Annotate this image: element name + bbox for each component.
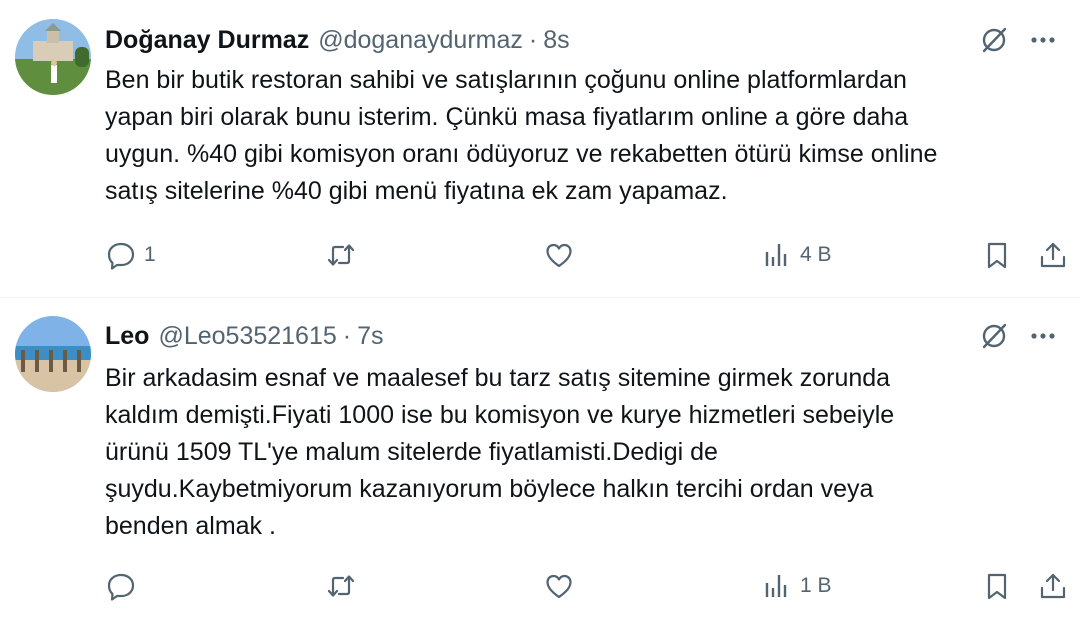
avatar[interactable] [15, 19, 91, 95]
user-handle[interactable]: @doganaydurmaz [318, 26, 523, 55]
share-icon [1040, 573, 1066, 599]
view-count: 4 B [800, 243, 832, 266]
share-icon [1040, 242, 1066, 268]
views-icon [765, 575, 787, 597]
view-count: 1 B [800, 574, 832, 597]
tweet-top-actions [978, 320, 1058, 352]
tweet-header: Leo @Leo53521615 · 7s [105, 318, 384, 354]
display-name[interactable]: Leo [105, 322, 149, 351]
grok-icon[interactable] [978, 24, 1010, 56]
timestamp[interactable]: 7s [357, 322, 383, 351]
tweet-top-actions [978, 24, 1058, 56]
like-button[interactable] [544, 235, 582, 275]
retweet-icon [327, 244, 355, 266]
heart-icon [546, 243, 572, 268]
like-button[interactable] [544, 566, 582, 606]
reply-button[interactable]: 1 [106, 235, 156, 275]
tweet-text: Ben bir butik restoran sahibi ve satışla… [105, 66, 938, 205]
views-icon [765, 244, 787, 266]
separator: · [528, 25, 538, 54]
retweet-button[interactable] [326, 235, 364, 275]
heart-icon [546, 574, 572, 599]
reply-icon [107, 573, 135, 601]
tweet-actions: 1 4 B [100, 235, 1080, 275]
reply-button[interactable] [106, 566, 144, 606]
bookmark-icon [987, 573, 1007, 600]
share-button[interactable] [1038, 235, 1068, 275]
retweet-button[interactable] [326, 566, 364, 606]
display-name[interactable]: Doğanay Durmaz [105, 26, 309, 55]
bookmark-icon [987, 242, 1007, 269]
views-button[interactable]: 1 B [762, 566, 832, 606]
tweet[interactable]: Doğanay Durmaz @doganaydurmaz · 8s Ben b… [0, 0, 1080, 298]
bookmark-button[interactable] [982, 235, 1012, 275]
more-icon[interactable] [1028, 25, 1058, 55]
tweet-text: Bir arkadasim esnaf ve maalesef bu tarz … [105, 364, 895, 540]
reply-count: 1 [144, 243, 156, 266]
avatar[interactable] [15, 316, 91, 392]
tweet[interactable]: Leo @Leo53521615 · 7s Bir arkadasim esna… [0, 298, 1080, 623]
separator: · [342, 321, 352, 350]
more-icon[interactable] [1028, 321, 1058, 351]
views-button[interactable]: 4 B [762, 235, 832, 275]
reply-icon [107, 242, 135, 270]
share-button[interactable] [1038, 566, 1068, 606]
tweet-header: Doğanay Durmaz @doganaydurmaz · 8s [105, 22, 570, 58]
timestamp[interactable]: 8s [543, 26, 569, 55]
bookmark-button[interactable] [982, 566, 1012, 606]
retweet-icon [327, 575, 355, 597]
tweet-actions: 1 B [100, 566, 1080, 606]
user-handle[interactable]: @Leo53521615 [158, 322, 336, 351]
grok-icon[interactable] [978, 320, 1010, 352]
